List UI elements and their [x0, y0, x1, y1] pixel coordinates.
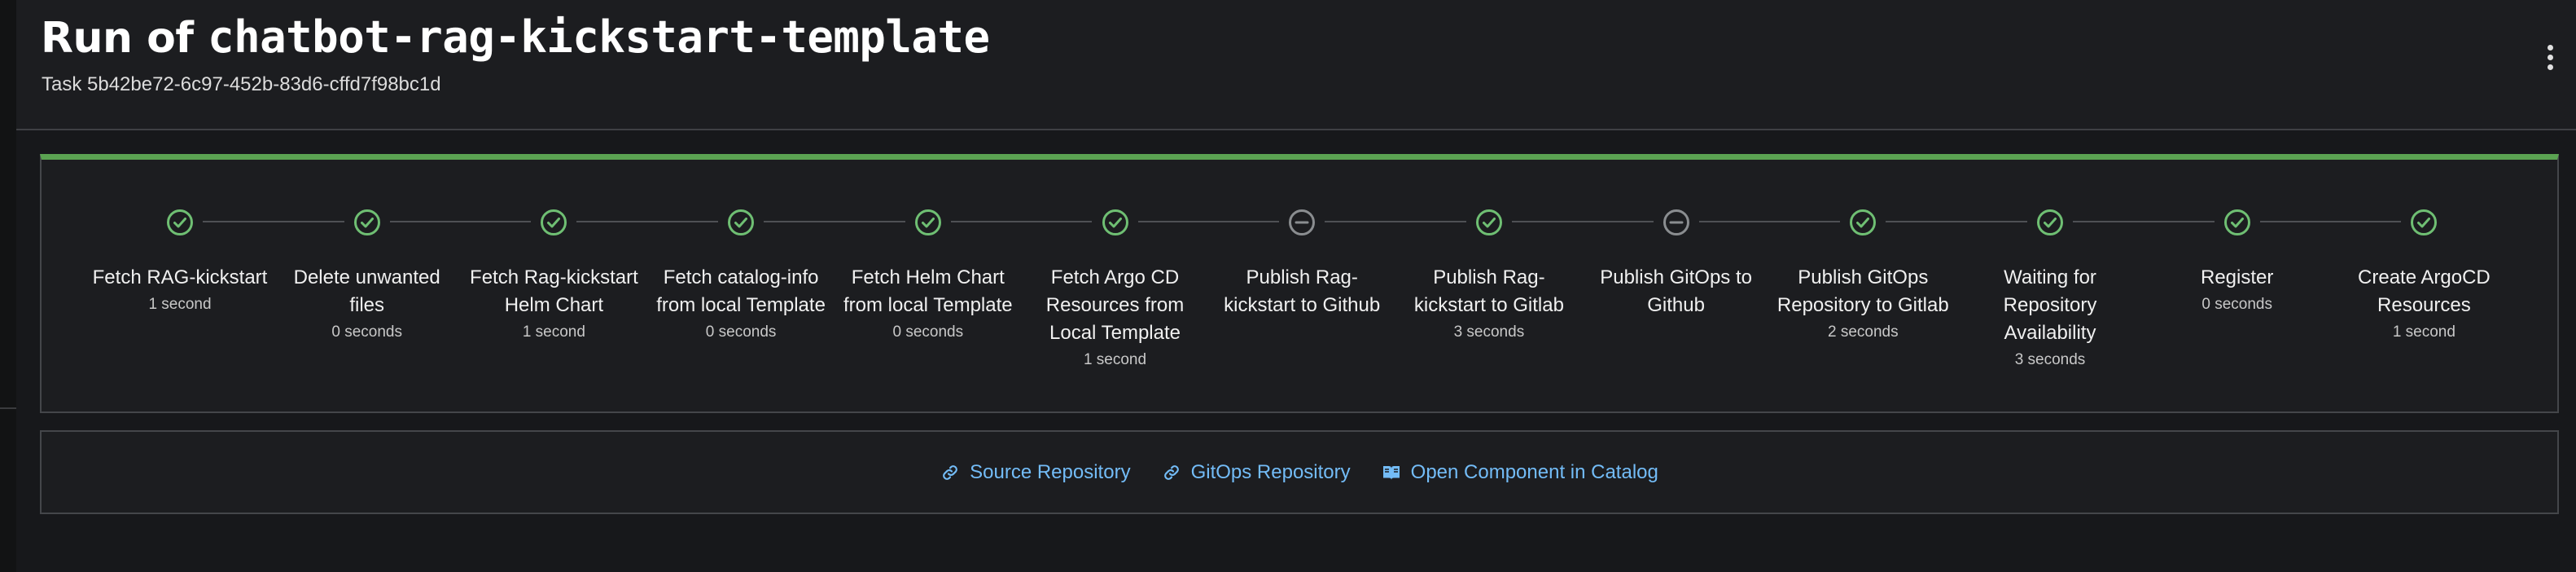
step-item[interactable]: Publish GitOps to Github: [1587, 160, 1766, 413]
output-links: Source Repository GitOps Repository Open C…: [42, 432, 2557, 513]
step-duration: 1 second: [2392, 323, 2456, 341]
page-title: Run of chatbot-rag-kickstart-template: [41, 11, 990, 63]
step-duration: 3 seconds: [2014, 351, 2086, 368]
link-icon: [1162, 463, 1181, 482]
page-title-prefix: Run of: [41, 14, 208, 63]
gitops-repository-link[interactable]: GitOps Repository: [1162, 461, 1351, 484]
step-duration: 3 seconds: [1453, 323, 1525, 341]
step-title: Fetch catalog-info from local Template: [656, 266, 826, 316]
kebab-dot: [2547, 44, 2553, 51]
rail-divider: [0, 407, 16, 409]
step-item[interactable]: Fetch RAG-kickstart 1 second: [90, 160, 269, 413]
kebab-menu-button[interactable]: [2540, 39, 2560, 75]
step-title: Fetch RAG-kickstart: [92, 266, 268, 288]
step-label: Publish GitOps Repository to Gitlab 2 sec…: [1773, 264, 1952, 345]
open-component-in-catalog-link[interactable]: Open Component in Catalog: [1382, 461, 1658, 484]
step-item[interactable]: Create ArgoCD Resources 1 second: [2334, 160, 2513, 413]
step-duration: 0 seconds: [705, 323, 777, 341]
step-title: Create ArgoCD Resources: [2358, 266, 2491, 316]
check-circle-icon: [2223, 208, 2252, 237]
step-label: Fetch RAG-kickstart 1 second: [90, 264, 269, 318]
template-name: chatbot-rag-kickstart-template: [208, 11, 990, 63]
step-item[interactable]: Publish Rag-kickstart to Gitlab 3 seconds: [1400, 160, 1579, 413]
step-label: Fetch Argo CD Resources from Local Templ…: [1026, 264, 1205, 373]
step-item[interactable]: Delete unwanted files 0 seconds: [278, 160, 457, 413]
step-duration: 0 seconds: [331, 323, 402, 341]
step-duration: 1 second: [522, 323, 585, 341]
step-title: Fetch Rag-kickstart Helm Chart: [470, 266, 638, 316]
book-icon: [1382, 463, 1401, 482]
steps-progress: Fetch RAG-kickstart 1 second Delete unwant…: [42, 160, 2557, 413]
left-nav-rail: [0, 0, 16, 572]
step-duration: 0 seconds: [2201, 296, 2272, 313]
step-label: Fetch Helm Chart from local Template 0 se…: [839, 264, 1018, 345]
steps-card: Fetch RAG-kickstart 1 second Delete unwant…: [40, 154, 2559, 413]
link-label: GitOps Repository: [1190, 460, 1351, 483]
step-title: Fetch Argo CD Resources from Local Templ…: [1045, 266, 1185, 344]
step-title: Publish GitOps to Github: [1600, 266, 1752, 316]
check-circle-icon: [165, 208, 195, 237]
step-item[interactable]: Fetch catalog-info from local Template 0 …: [651, 160, 830, 413]
link-icon: [940, 463, 960, 482]
step-label: Publish Rag-kickstart to Gitlab 3 seconds: [1400, 264, 1579, 345]
check-circle-icon: [353, 208, 382, 237]
kebab-dot: [2547, 64, 2553, 70]
check-circle-icon: [1474, 208, 1504, 237]
step-item[interactable]: Register 0 seconds: [2148, 160, 2327, 413]
check-circle-icon: [539, 208, 568, 237]
step-item[interactable]: Fetch Helm Chart from local Template 0 se…: [839, 160, 1018, 413]
step-label: Waiting for Repository Availability 3 sec…: [1960, 264, 2140, 373]
links-card: Source Repository GitOps Repository Open C…: [40, 430, 2559, 514]
link-label: Open Component in Catalog: [1410, 460, 1658, 483]
check-circle-icon: [913, 208, 943, 237]
step-item[interactable]: Publish GitOps Repository to Gitlab 2 sec…: [1773, 160, 1952, 413]
minus-circle-icon: [1662, 208, 1691, 237]
check-circle-icon: [2035, 208, 2065, 237]
source-repository-link[interactable]: Source Repository: [940, 460, 1131, 484]
minus-circle-icon: [1287, 208, 1316, 237]
step-duration: 1 second: [1083, 351, 1147, 368]
step-duration: 1 second: [148, 296, 212, 313]
step-label: Publish GitOps to Github: [1587, 264, 1766, 319]
step-label: Fetch Rag-kickstart Helm Chart 1 second: [464, 264, 643, 345]
step-item[interactable]: Fetch Argo CD Resources from Local Templ…: [1026, 160, 1205, 413]
step-item[interactable]: Waiting for Repository Availability 3 sec…: [1960, 160, 2140, 413]
step-title: Publish GitOps Repository to Gitlab: [1776, 266, 1949, 316]
check-circle-icon: [726, 208, 756, 237]
link-label: Source Repository: [970, 460, 1131, 483]
check-circle-icon: [1848, 208, 1877, 237]
page-header: Run of chatbot-rag-kickstart-template Ta…: [16, 0, 2576, 130]
step-item[interactable]: Fetch Rag-kickstart Helm Chart 1 second: [464, 160, 643, 413]
step-title: Waiting for Repository Availability: [2003, 266, 2097, 344]
kebab-dot: [2547, 54, 2553, 60]
check-circle-icon: [2409, 208, 2438, 237]
step-item[interactable]: Publish Rag-kickstart to Github: [1212, 160, 1391, 413]
step-label: Fetch catalog-info from local Template 0 …: [651, 264, 830, 345]
step-label: Publish Rag-kickstart to Github: [1212, 264, 1391, 319]
step-title: Delete unwanted files: [293, 266, 440, 316]
step-title: Register: [2201, 266, 2274, 288]
step-title: Fetch Helm Chart from local Template: [843, 266, 1013, 316]
step-label: Delete unwanted files 0 seconds: [278, 264, 457, 345]
step-label: Register 0 seconds: [2148, 264, 2327, 318]
step-label: Create ArgoCD Resources 1 second: [2334, 264, 2513, 345]
step-title: Publish Rag-kickstart to Github: [1224, 266, 1381, 316]
task-id: Task 5b42be72-6c97-452b-83d6-cffd7f98bc1…: [42, 73, 441, 95]
step-duration: 2 seconds: [1827, 323, 1899, 341]
check-circle-icon: [1101, 208, 1130, 237]
step-duration: 0 seconds: [892, 323, 964, 341]
step-title: Publish Rag-kickstart to Gitlab: [1413, 266, 1564, 316]
